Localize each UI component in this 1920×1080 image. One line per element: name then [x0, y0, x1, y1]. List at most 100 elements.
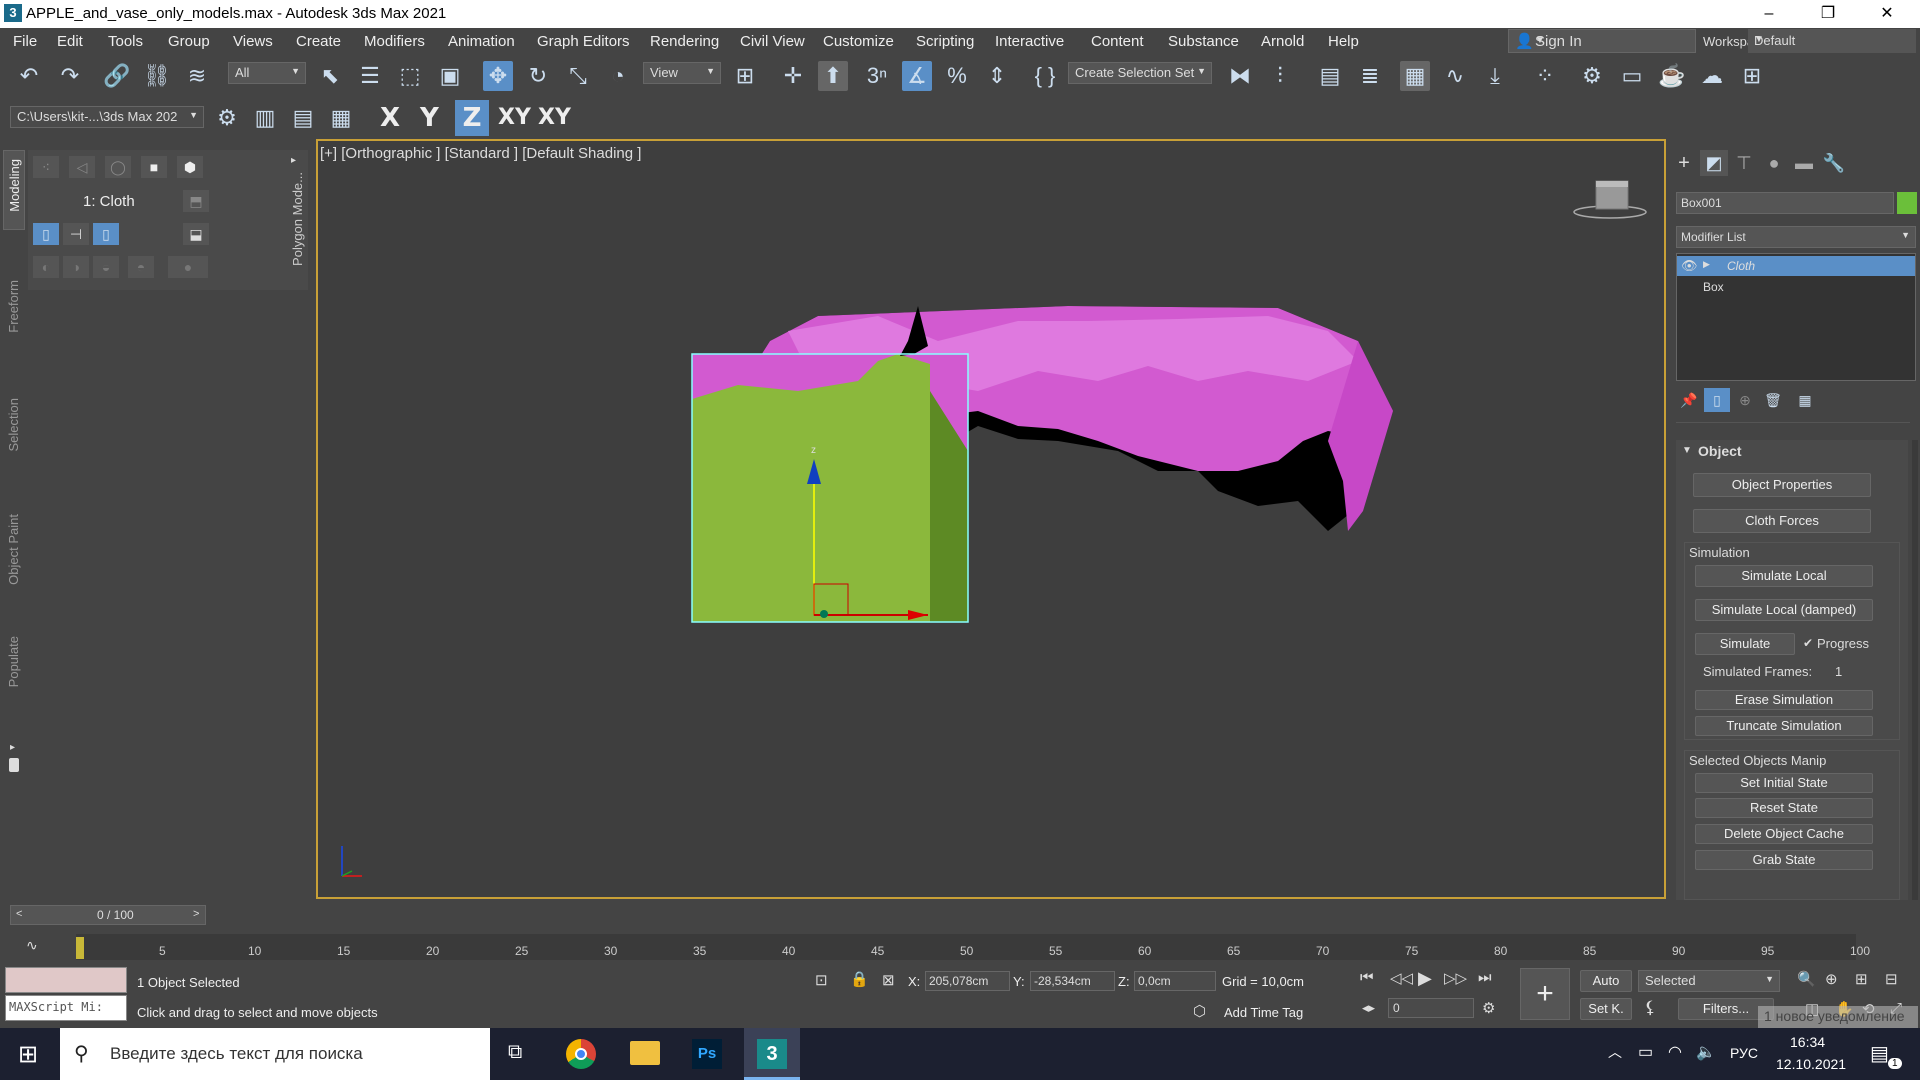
element-mode-icon[interactable]: ⬢: [177, 156, 203, 178]
percent-snap-icon[interactable]: %: [942, 61, 972, 91]
project-folder-icon[interactable]: ▥: [250, 103, 280, 133]
windows-start-icon[interactable]: ⊞: [18, 1040, 38, 1069]
cloth-forces-button[interactable]: Cloth Forces: [1693, 509, 1871, 533]
file-explorer-icon[interactable]: [630, 1041, 660, 1065]
set-key-icon[interactable]: +: [1520, 968, 1570, 1020]
menu-group[interactable]: Group: [168, 33, 210, 50]
view-cube-icon[interactable]: [1573, 180, 1647, 219]
y-coordinate-field[interactable]: -28,534cm: [1030, 971, 1115, 991]
menu-create[interactable]: Create: [296, 33, 341, 50]
z-coordinate-field[interactable]: 0,0cm: [1134, 971, 1216, 991]
axis-xy-cycle-button[interactable]: XY: [538, 105, 571, 130]
photoshop-icon[interactable]: Ps: [692, 1039, 722, 1069]
menu-rendering[interactable]: Rendering: [650, 33, 719, 50]
menu-interactive[interactable]: Interactive: [995, 33, 1064, 50]
select-and-rotate-icon[interactable]: ↻: [523, 61, 553, 91]
bind-space-warp-icon[interactable]: ≋: [182, 61, 212, 91]
redo-icon[interactable]: ↷: [55, 61, 85, 91]
grab-state-button[interactable]: Grab State: [1695, 850, 1873, 870]
tray-wifi-icon[interactable]: ◠: [1668, 1042, 1682, 1062]
border-mode-icon[interactable]: ◯: [105, 156, 131, 178]
pin-stack-icon[interactable]: 📌: [1676, 388, 1702, 412]
axis-x-button[interactable]: X: [380, 103, 400, 133]
selected-filter-dropdown[interactable]: Selected ▼: [1638, 970, 1780, 992]
stack-down-icon[interactable]: ⬓: [183, 223, 209, 245]
object-name-field[interactable]: Box001: [1676, 192, 1894, 214]
select-object-icon[interactable]: ⬉: [315, 61, 345, 91]
menu-help[interactable]: Help: [1328, 33, 1359, 50]
pivot-center-icon[interactable]: ⊞: [730, 61, 760, 91]
menu-graph-editors[interactable]: Graph Editors: [537, 33, 630, 50]
object-color-swatch[interactable]: [1897, 192, 1917, 214]
menu-edit[interactable]: Edit: [57, 33, 83, 50]
set-initial-state-button[interactable]: Set Initial State: [1695, 773, 1873, 793]
menu-file[interactable]: File: [13, 33, 37, 50]
make-unique-icon[interactable]: ⊣: [63, 223, 89, 245]
undo-icon[interactable]: ↶: [14, 61, 44, 91]
utilities-tab-icon[interactable]: 🔧: [1820, 150, 1848, 176]
angle-snap-icon[interactable]: ∡: [902, 61, 932, 91]
workspaces-dropdown[interactable]: Default ▼: [1748, 29, 1916, 53]
delete-object-cache-button[interactable]: Delete Object Cache: [1695, 824, 1873, 844]
chrome-icon[interactable]: [566, 1039, 596, 1069]
tray-battery-icon[interactable]: ▭: [1638, 1042, 1653, 1062]
vertex-mode-icon[interactable]: ⁖: [33, 156, 59, 178]
action-center-icon[interactable]: ▤: [1870, 1041, 1889, 1066]
reset-state-button[interactable]: Reset State: [1695, 798, 1873, 818]
reference-coordinate-dropdown[interactable]: View: [643, 62, 721, 84]
layer-explorer-icon[interactable]: ≣: [1355, 61, 1385, 91]
menu-animation[interactable]: Animation: [448, 33, 515, 50]
show-end-result-icon[interactable]: ▯: [33, 223, 59, 245]
menu-tools[interactable]: Tools: [108, 33, 143, 50]
expand-arrow-icon[interactable]: ▶: [1703, 259, 1710, 270]
menu-civil-view[interactable]: Civil View: [740, 33, 805, 50]
edit-named-selection-icon[interactable]: { }: [1030, 61, 1060, 91]
project-open-icon[interactable]: ▤: [288, 103, 318, 133]
model-tool-4-icon[interactable]: ◓: [128, 256, 154, 278]
snaps-toggle-icon[interactable]: 3ⁿ: [862, 61, 892, 91]
collapse-arrow-icon[interactable]: ▼: [1682, 445, 1692, 456]
set-key-button[interactable]: Set K.: [1580, 998, 1632, 1020]
menu-modifiers[interactable]: Modifiers: [364, 33, 425, 50]
play-icon[interactable]: ▶: [1418, 968, 1432, 989]
tray-chevron-up-icon[interactable]: ︿: [1608, 1042, 1622, 1062]
tray-time[interactable]: 16:34: [1790, 1034, 1825, 1050]
align-icon[interactable]: ⫶: [1265, 61, 1295, 91]
tray-language[interactable]: РУС: [1730, 1045, 1758, 1061]
tab-object-paint[interactable]: Object Paint: [6, 514, 21, 585]
isolate-selection-icon[interactable]: ⊡: [815, 971, 828, 989]
x-coordinate-field[interactable]: 205,078cm: [925, 971, 1010, 991]
model-tool-3-icon[interactable]: ◒: [93, 256, 119, 278]
zoom-extents-all-icon[interactable]: ⊟: [1885, 970, 1898, 988]
menu-scripting[interactable]: Scripting: [916, 33, 974, 50]
material-editor-icon[interactable]: ⁘: [1530, 61, 1560, 91]
go-to-start-icon[interactable]: ⏮: [1360, 969, 1374, 986]
tray-date[interactable]: 12.10.2021: [1776, 1056, 1846, 1072]
spinner-snap-icon[interactable]: ⇕: [982, 61, 1012, 91]
sign-in-dropdown[interactable]: 👤 Sign In ▼: [1508, 29, 1696, 53]
render-in-cloud-icon[interactable]: ☁: [1697, 61, 1727, 91]
simulate-button[interactable]: Simulate: [1695, 633, 1795, 655]
selection-filter-dropdown[interactable]: All: [228, 62, 306, 84]
object-section-title[interactable]: Object: [1698, 443, 1742, 459]
configure-sets-icon[interactable]: ▦: [1792, 388, 1818, 412]
stack-item-box[interactable]: Box: [1703, 280, 1724, 294]
panel-expand-icon[interactable]: ▸: [291, 155, 296, 166]
zoom-all-icon[interactable]: ⊕: [1825, 970, 1838, 988]
model-tool-2-icon[interactable]: ◑: [63, 256, 89, 278]
render-production-icon[interactable]: ☕: [1657, 61, 1687, 91]
time-slider-prev-icon[interactable]: <: [16, 908, 22, 920]
next-frame-icon[interactable]: ▷▷: [1444, 969, 1467, 987]
auto-key-button[interactable]: Auto: [1580, 970, 1632, 992]
schematic-view-icon[interactable]: ⤓: [1480, 61, 1510, 91]
modify-tab-icon[interactable]: ◩: [1700, 150, 1728, 176]
model-tool-1-icon[interactable]: ◐: [33, 256, 59, 278]
curve-editor-mini-icon[interactable]: ∿: [26, 937, 38, 954]
select-manipulate-icon[interactable]: ✛: [778, 61, 808, 91]
tab-modeling[interactable]: Modeling: [3, 150, 25, 230]
make-unique-button-icon[interactable]: ⊕: [1732, 388, 1758, 412]
project-save-icon[interactable]: ▦: [326, 103, 356, 133]
erase-simulation-button[interactable]: Erase Simulation: [1695, 690, 1873, 710]
progress-checkbox[interactable]: ✔: [1803, 636, 1813, 650]
model-tool-5-icon[interactable]: ●: [168, 256, 208, 278]
